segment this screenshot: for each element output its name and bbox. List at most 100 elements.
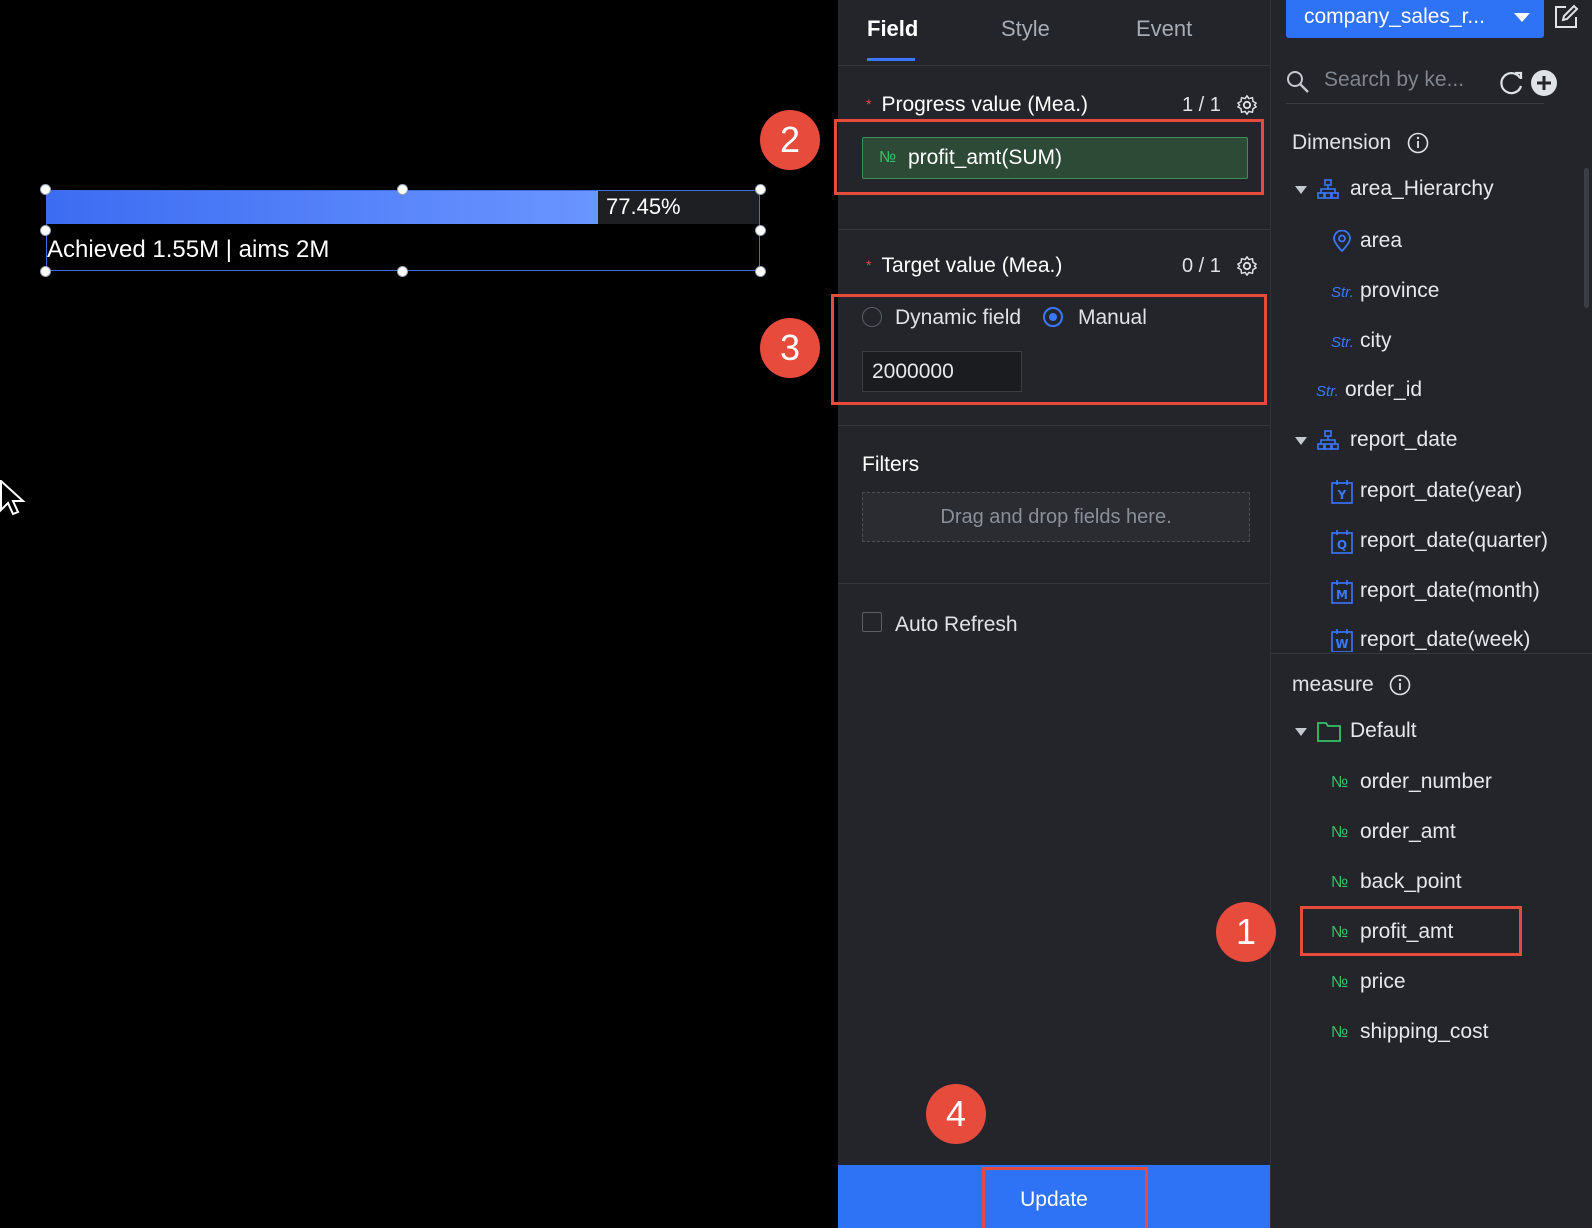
required-mark: * <box>866 96 872 112</box>
measure-label: back_point <box>1360 870 1462 893</box>
string-type-icon: Str. <box>1331 284 1354 301</box>
progress-percent: 77.45% <box>606 194 681 219</box>
measure-folder-default[interactable]: Default <box>1295 715 1585 749</box>
required-mark: * <box>866 257 872 273</box>
progress-value-title: * Progress value (Mea.) <box>866 93 1088 117</box>
dimension-label: area <box>1360 229 1403 252</box>
add-icon[interactable] <box>1530 69 1558 97</box>
progress-track: 77.45% <box>47 191 759 224</box>
dimension-item-area-hierarchy[interactable]: area_Hierarchy <box>1295 173 1585 207</box>
svg-text:Q: Q <box>1337 538 1347 552</box>
caret-down-icon <box>1295 437 1307 445</box>
resize-handle-top-right[interactable] <box>755 184 766 195</box>
dimension-item-order-id[interactable]: Str. order_id <box>1316 374 1581 408</box>
measure-item-order-number[interactable]: № order_number <box>1331 766 1581 800</box>
progress-value-count: 1 / 1 <box>1182 94 1221 116</box>
chevron-down-icon <box>1514 13 1530 22</box>
measure-icon: № <box>1331 874 1349 891</box>
target-value-label: Target value (Mea.) <box>881 254 1063 277</box>
gear-icon[interactable] <box>1236 255 1258 277</box>
dashboard-canvas: 77.45% Achieved 1.55M | aims 2M 2 3 <box>0 0 838 1228</box>
dimension-item-report-date-week[interactable]: W report_date(week) <box>1331 624 1586 652</box>
dimension-item-report-date-year[interactable]: Y report_date(year) <box>1331 475 1586 509</box>
dimension-label: order_id <box>1345 378 1423 401</box>
measure-label: order_amt <box>1360 820 1456 843</box>
folder-icon <box>1317 722 1341 742</box>
measure-icon: № <box>1331 974 1349 991</box>
resize-handle-bottom-left[interactable] <box>40 266 51 277</box>
calendar-month-icon: M <box>1331 580 1353 604</box>
dimension-label: area_Hierarchy <box>1350 177 1494 200</box>
resize-handle-top-left[interactable] <box>40 184 51 195</box>
measure-item-order-amt[interactable]: № order_amt <box>1331 816 1581 850</box>
measure-title: measure <box>1292 673 1374 696</box>
highlight-box-4 <box>982 1167 1148 1228</box>
section-divider <box>838 425 1270 426</box>
info-icon[interactable] <box>1407 132 1429 154</box>
tab-field[interactable]: Field <box>867 16 918 42</box>
dimension-label: province <box>1360 279 1440 302</box>
section-divider <box>838 583 1270 584</box>
resize-handle-right[interactable] <box>755 225 766 236</box>
filters-title: Filters <box>862 453 920 476</box>
string-type-icon: Str. <box>1316 383 1339 400</box>
auto-refresh-label[interactable]: Auto Refresh <box>895 613 1018 637</box>
hierarchy-icon <box>1317 179 1339 199</box>
dimension-item-report-date[interactable]: report_date <box>1295 424 1585 458</box>
measure-icon: № <box>1331 1024 1349 1041</box>
caret-down-icon <box>1295 186 1307 194</box>
dimension-item-report-date-quarter[interactable]: Q report_date(quarter) <box>1331 525 1586 559</box>
dimension-label: report_date(year) <box>1360 479 1523 502</box>
location-icon <box>1333 230 1351 252</box>
dimension-item-city[interactable]: Str. city <box>1331 325 1581 359</box>
progress-value-label: Progress value (Mea.) <box>881 93 1089 116</box>
info-icon[interactable] <box>1389 674 1411 696</box>
resize-handle-left[interactable] <box>40 225 51 236</box>
measure-icon: № <box>1331 774 1349 791</box>
resize-handle-top[interactable] <box>397 184 408 195</box>
progress-bar-widget[interactable]: 77.45% Achieved 1.55M | aims 2M <box>40 184 766 277</box>
tab-event[interactable]: Event <box>1136 16 1192 42</box>
dataset-select[interactable]: company_sales_r... <box>1286 0 1544 38</box>
dimension-item-province[interactable]: Str. province <box>1331 275 1581 309</box>
measure-icon: № <box>1331 824 1349 841</box>
target-value-count: 0 / 1 <box>1182 255 1221 277</box>
highlight-box-1 <box>1300 906 1522 956</box>
svg-text:W: W <box>1335 637 1348 651</box>
dimension-item-area[interactable]: area <box>1331 225 1581 259</box>
pane-divider[interactable] <box>1271 653 1592 654</box>
calendar-year-icon: Y <box>1331 480 1353 504</box>
dimension-title: Dimension <box>1292 131 1392 154</box>
caret-down-icon <box>1295 728 1307 736</box>
edit-icon[interactable] <box>1553 4 1579 30</box>
search-input[interactable] <box>1324 68 1489 92</box>
resize-handle-bottom[interactable] <box>397 266 408 277</box>
measure-label: shipping_cost <box>1360 1020 1489 1043</box>
measure-item-shipping-cost[interactable]: № shipping_cost <box>1331 1016 1581 1050</box>
filters-dropzone[interactable]: Drag and drop fields here. <box>862 492 1250 542</box>
tab-style[interactable]: Style <box>1001 16 1050 42</box>
measure-item-price[interactable]: № price <box>1331 966 1581 1000</box>
string-type-icon: Str. <box>1331 334 1354 351</box>
dimension-label: report_date <box>1350 428 1458 451</box>
dataset-name: company_sales_r... <box>1304 5 1485 28</box>
target-value-title: * Target value (Mea.) <box>866 254 1062 278</box>
hierarchy-icon <box>1317 430 1339 450</box>
dimension-scrollbar[interactable] <box>1584 168 1589 308</box>
step-badge-1: 1 <box>1216 902 1276 962</box>
refresh-icon[interactable] <box>1499 70 1525 96</box>
dimension-label: city <box>1360 329 1392 352</box>
dimension-label: report_date(week) <box>1360 628 1531 651</box>
highlight-box-2 <box>834 119 1264 195</box>
measure-folder-label: Default <box>1350 719 1417 742</box>
step-badge-4: 4 <box>926 1084 986 1144</box>
progress-fill <box>47 191 598 224</box>
measure-label: order_number <box>1360 770 1492 793</box>
measure-item-back-point[interactable]: № back_point <box>1331 866 1581 900</box>
resize-handle-bottom-right[interactable] <box>755 266 766 277</box>
gear-icon[interactable] <box>1236 94 1258 116</box>
dimension-item-report-date-month[interactable]: M report_date(month) <box>1331 575 1586 609</box>
auto-refresh-checkbox[interactable] <box>862 612 882 632</box>
progress-caption: Achieved 1.55M | aims 2M <box>47 236 330 263</box>
mouse-cursor-icon <box>0 480 26 516</box>
